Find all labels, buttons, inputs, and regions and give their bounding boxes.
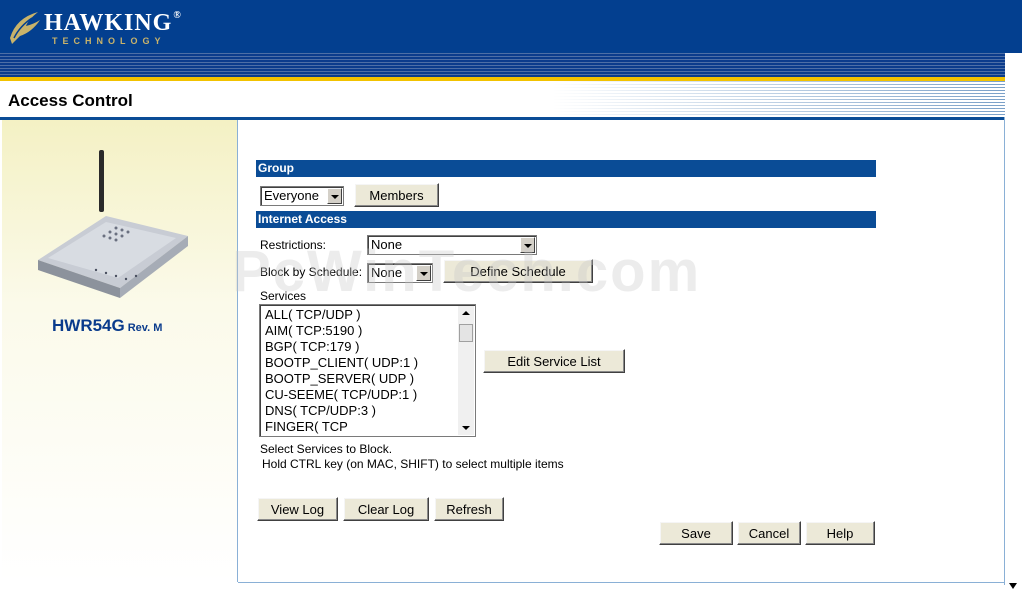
list-item[interactable]: DNS( TCP/UDP:3 ): [265, 403, 455, 419]
header-stripes: [0, 53, 1005, 77]
edit-service-list-button[interactable]: Edit Service List: [483, 349, 625, 373]
services-listbox[interactable]: ALL( TCP/UDP ) AIM( TCP:5190 ) BGP( TCP:…: [259, 304, 476, 437]
restrictions-select-value: None: [371, 237, 403, 252]
logo-wordmark: HAWKING®: [44, 10, 182, 37]
schedule-select[interactable]: None: [367, 263, 433, 283]
group-select-value: Everyone: [264, 188, 319, 203]
model-label: HWR54G Rev. M: [52, 316, 162, 336]
scroll-up-arrow-icon[interactable]: [458, 306, 474, 320]
scrollbar-thumb[interactable]: [459, 324, 473, 342]
dropdown-arrow-icon[interactable]: [520, 237, 535, 253]
hawk-emblem-icon: [10, 12, 40, 44]
clear-log-button[interactable]: Clear Log: [343, 497, 429, 521]
content-bottom-border: [238, 582, 1005, 583]
scroll-down-arrow-icon[interactable]: [1008, 579, 1018, 593]
header-banner: HAWKING® TECHNOLOGY: [0, 0, 1022, 53]
services-label: Services: [260, 289, 307, 303]
hawking-logo: HAWKING® TECHNOLOGY: [8, 6, 181, 48]
device-panel: HWR54G Rev. M: [2, 120, 238, 582]
schedule-select-value: None: [371, 265, 403, 280]
internet-access-section-header: Internet Access: [256, 211, 876, 228]
list-item[interactable]: AIM( TCP:5190 ): [265, 323, 455, 339]
dropdown-arrow-icon[interactable]: [416, 265, 431, 281]
help-button[interactable]: Help: [805, 521, 875, 545]
services-hint-2: Hold CTRL key (on MAC, SHIFT) to select …: [262, 457, 564, 471]
list-item[interactable]: CU-SEEME( TCP/UDP:1 ): [265, 387, 455, 403]
members-button[interactable]: Members: [354, 183, 439, 207]
logo-tagline: TECHNOLOGY: [52, 36, 166, 46]
router-image: [38, 150, 188, 298]
registered-mark: ®: [173, 10, 182, 21]
restrictions-select[interactable]: None: [367, 235, 537, 255]
list-item[interactable]: BOOTP_CLIENT( UDP:1 ): [265, 355, 455, 371]
define-schedule-button[interactable]: Define Schedule: [443, 259, 593, 283]
refresh-button[interactable]: Refresh: [434, 497, 504, 521]
save-button[interactable]: Save: [659, 521, 733, 545]
list-item[interactable]: FINGER( TCP: [265, 419, 455, 435]
group-select[interactable]: Everyone: [260, 186, 344, 206]
restrictions-label: Restrictions:: [260, 238, 327, 252]
view-log-button[interactable]: View Log: [257, 497, 338, 521]
list-item[interactable]: ALL( TCP/UDP ): [265, 307, 455, 323]
services-items: ALL( TCP/UDP ) AIM( TCP:5190 ) BGP( TCP:…: [265, 307, 455, 435]
list-item[interactable]: BOOTP_SERVER( UDP ): [265, 371, 455, 387]
title-bar: Access Control: [0, 81, 1005, 120]
group-section-header: Group: [256, 160, 876, 177]
logo-name-text: HAWKING: [44, 10, 173, 36]
list-item[interactable]: BGP( TCP:179 ): [265, 339, 455, 355]
content-right-border: [1004, 117, 1005, 585]
services-hint-1: Select Services to Block.: [260, 442, 393, 456]
model-revision: Rev. M: [127, 322, 163, 334]
dropdown-arrow-icon[interactable]: [327, 188, 342, 204]
model-name-text: HWR54G: [52, 316, 125, 335]
cancel-button[interactable]: Cancel: [737, 521, 801, 545]
scroll-down-arrow-icon[interactable]: [458, 421, 474, 435]
services-scrollbar[interactable]: [458, 306, 474, 435]
page-title: Access Control: [8, 91, 133, 110]
schedule-label: Block by Schedule:: [260, 265, 363, 279]
